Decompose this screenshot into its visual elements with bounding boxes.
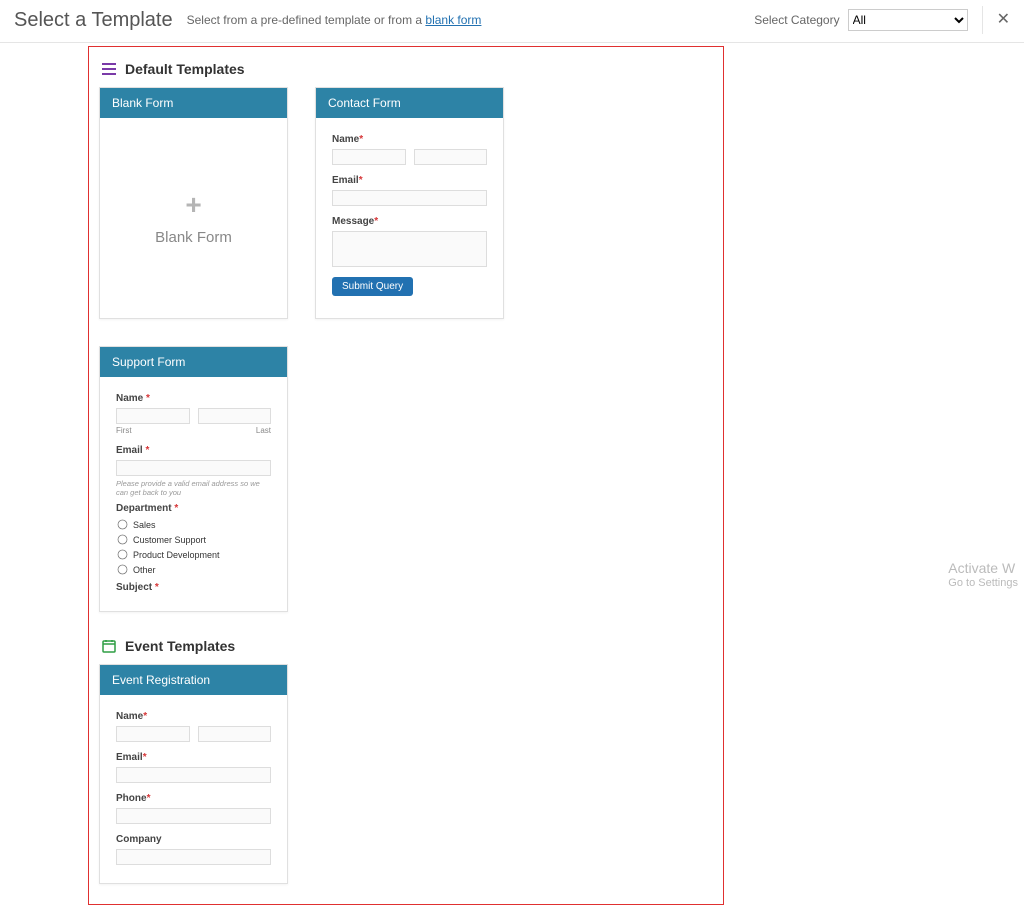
close-icon[interactable]: ✕ <box>997 12 1010 28</box>
event-section-icon <box>101 638 117 654</box>
top-bar: Select a Template Select from a pre-defi… <box>0 0 1024 43</box>
dept-customer-support <box>118 535 128 545</box>
template-card-support[interactable]: Support Form Name * First Last Email * <box>99 346 288 612</box>
event-company <box>116 849 271 865</box>
support-email <box>116 460 271 476</box>
page-subtitle: Select from a pre-defined template or fr… <box>187 13 482 27</box>
category-label: Select Category <box>754 13 839 27</box>
section-event-header: Event Templates <box>101 638 713 654</box>
card-title: Contact Form <box>316 88 503 118</box>
dept-product-dev <box>118 550 128 560</box>
template-card-contact[interactable]: Contact Form Name* Email* Message* <box>315 87 504 319</box>
contact-first-name <box>332 149 406 165</box>
template-gallery: Default Templates Blank Form + Blank For… <box>88 46 724 905</box>
default-section-icon <box>101 61 117 77</box>
contact-message <box>332 231 487 267</box>
dept-other <box>118 565 128 575</box>
divider <box>982 6 983 34</box>
activate-windows-watermark: Activate W Go to Settings <box>948 560 1018 590</box>
contact-email <box>332 190 487 206</box>
template-card-blank[interactable]: Blank Form + Blank Form <box>99 87 288 319</box>
event-first-name <box>116 726 190 742</box>
category-select[interactable]: All <box>848 9 968 31</box>
event-phone <box>116 808 271 824</box>
blank-form-label: Blank Form <box>155 229 232 246</box>
section-default-header: Default Templates <box>101 61 713 77</box>
blank-form-link[interactable]: blank form <box>425 13 481 27</box>
card-title: Support Form <box>100 347 287 377</box>
dept-sales <box>118 520 128 530</box>
event-email <box>116 767 271 783</box>
event-last-name <box>198 726 272 742</box>
contact-submit-button: Submit Query <box>332 277 413 296</box>
support-last-name <box>198 408 272 424</box>
support-first-name <box>116 408 190 424</box>
page-title: Select a Template <box>14 9 173 32</box>
template-card-event-registration[interactable]: Event Registration Name* Email* <box>99 664 288 884</box>
card-title: Blank Form <box>100 88 287 118</box>
plus-icon: + <box>185 189 201 221</box>
card-title: Event Registration <box>100 665 287 695</box>
contact-last-name <box>414 149 488 165</box>
